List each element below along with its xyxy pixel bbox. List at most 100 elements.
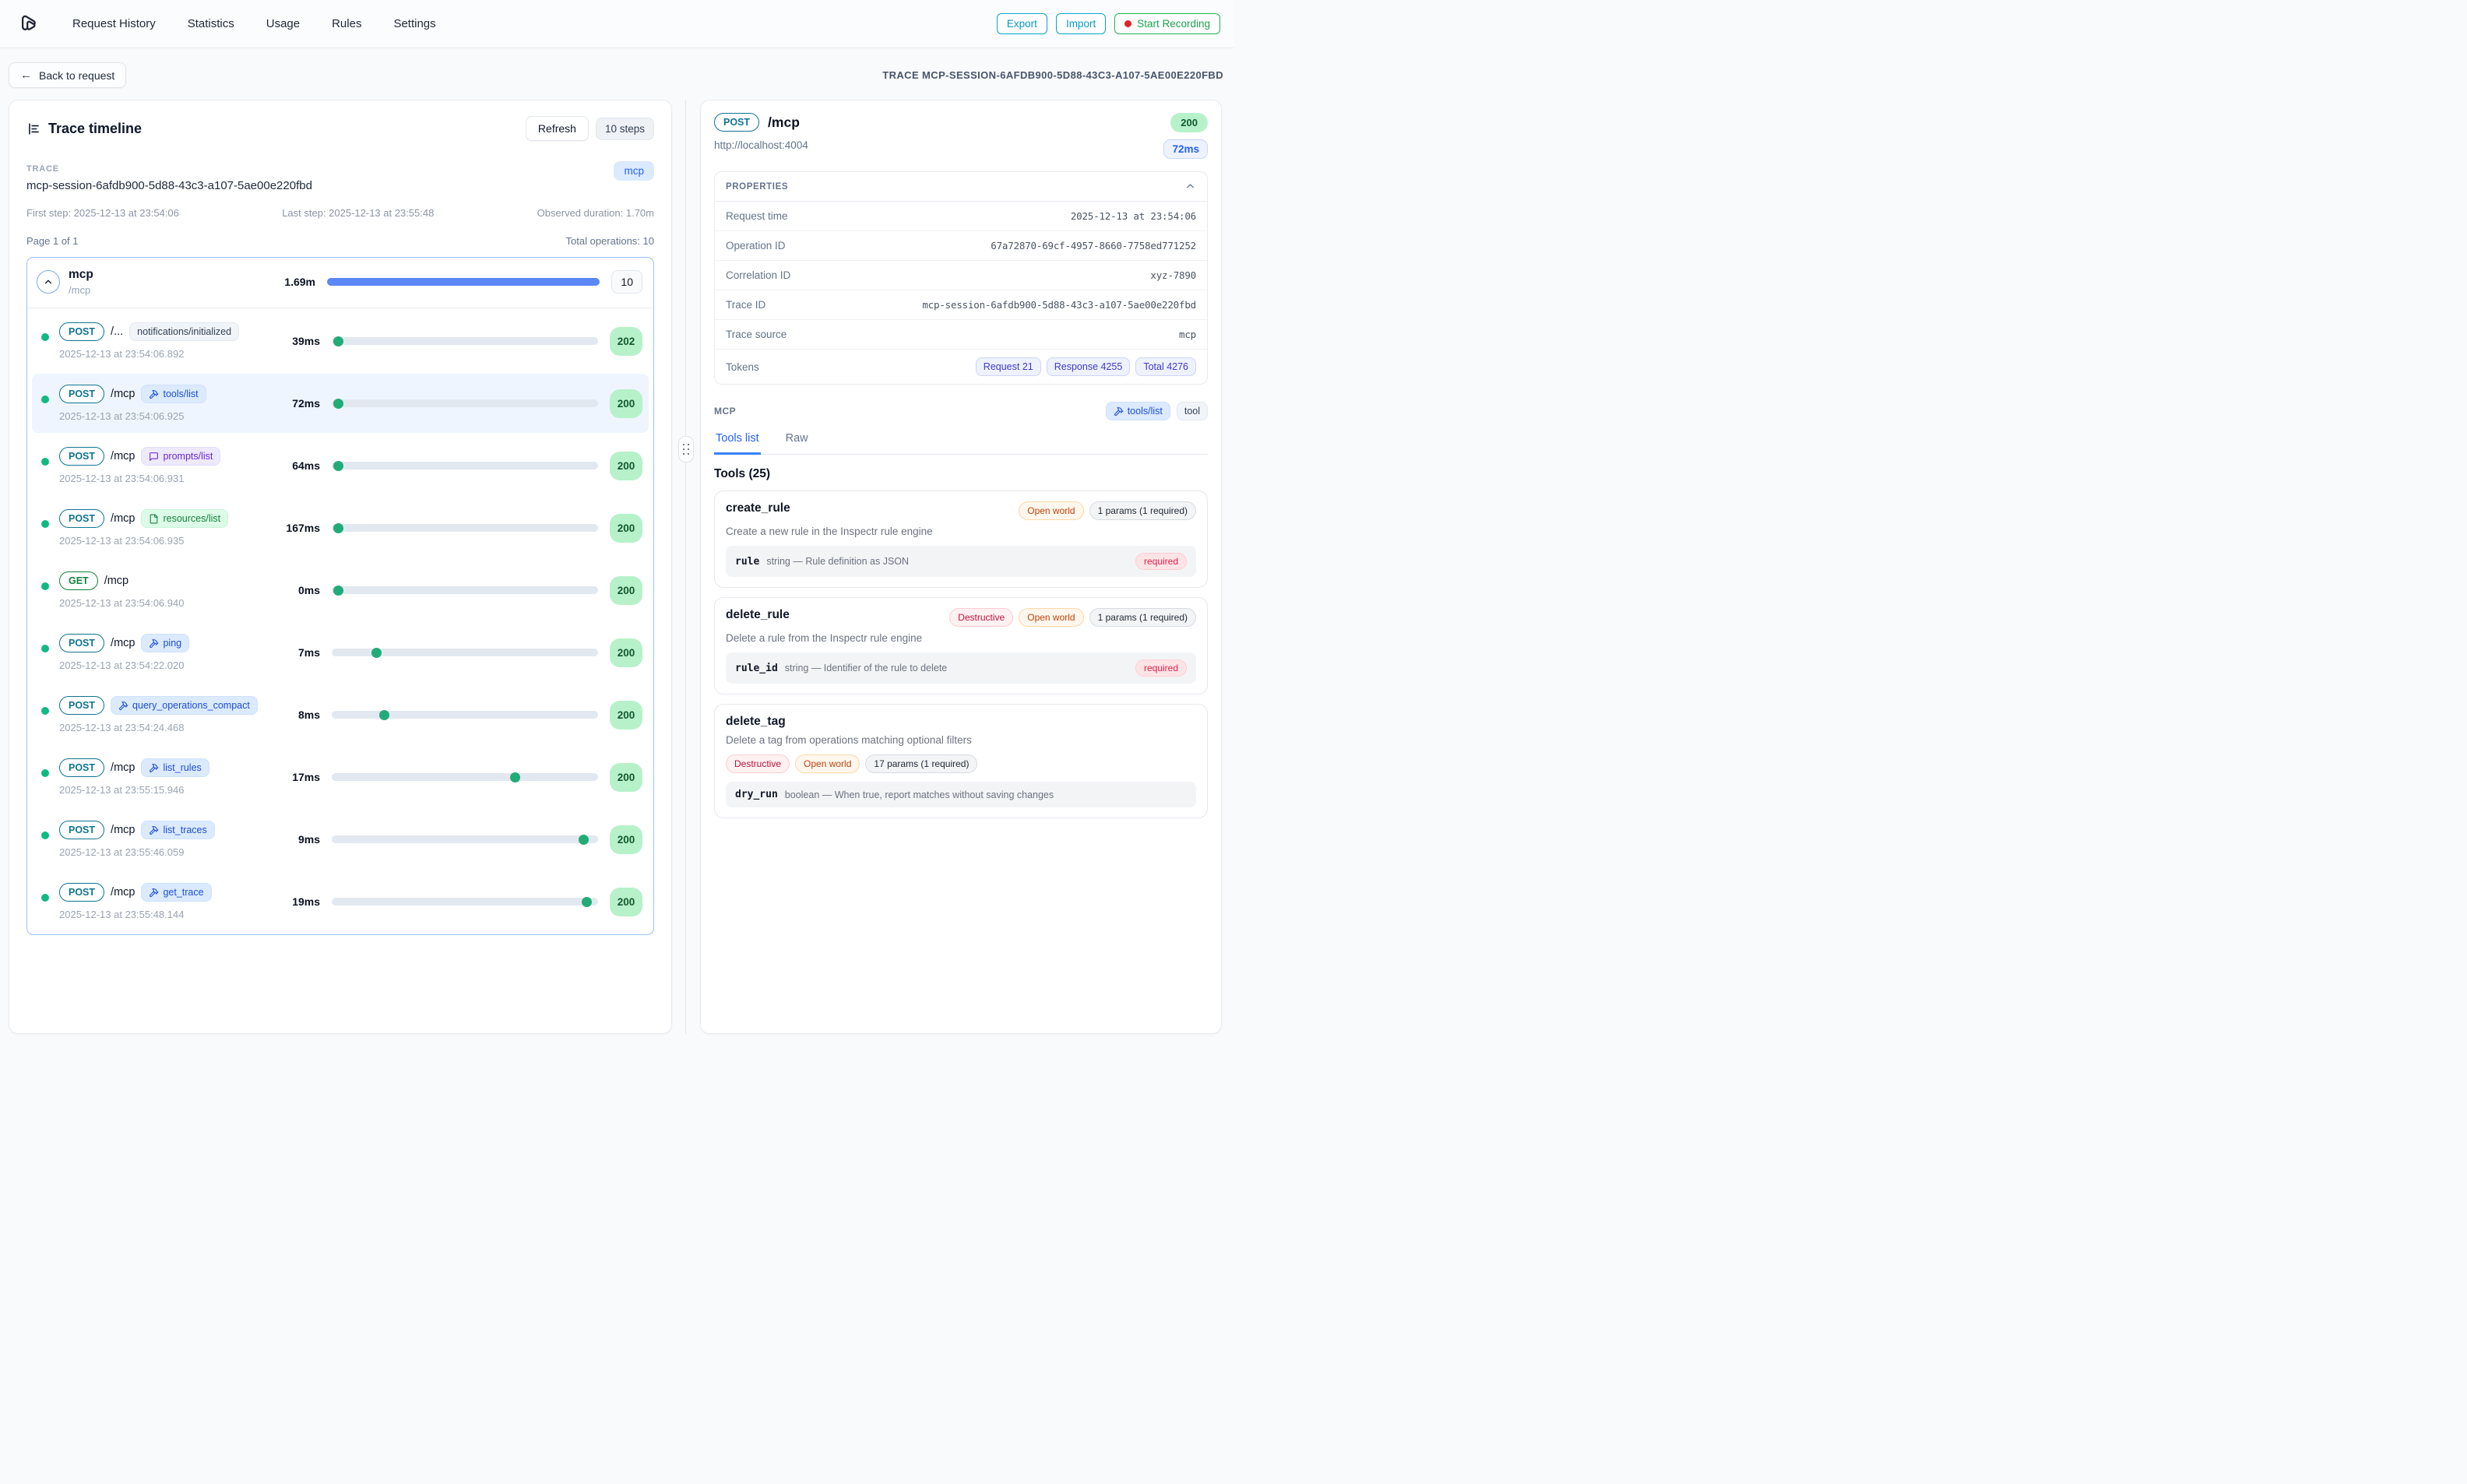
- request-path: /mcp: [111, 886, 135, 898]
- panel-divider-line: [685, 100, 686, 1034]
- operation-tag-label: ping: [163, 638, 181, 649]
- timestamp: 2025-12-13 at 23:54:06.925: [59, 410, 206, 422]
- mcp-badge-label: tool: [1184, 406, 1200, 417]
- method-badge: GET: [59, 571, 98, 590]
- timeline-row[interactable]: POST/mcpprompts/list2025-12-13 at 23:54:…: [32, 436, 649, 495]
- main-nav: Request History Statistics Usage Rules Setti…: [72, 17, 436, 30]
- timeline-box: mcp /mcp 1.69m 10 POST/...notifications/…: [26, 257, 654, 935]
- request-path: /...: [111, 325, 123, 338]
- detail-host: http://localhost:4004: [714, 139, 808, 151]
- start-recording-button[interactable]: Start Recording: [1114, 13, 1220, 34]
- status-dot-icon: [41, 894, 49, 902]
- detail-tabs: Tools list Raw: [714, 432, 1208, 455]
- panel-resize-handle[interactable]: [672, 100, 700, 1034]
- param-description: string — Identifier of the rule to delet…: [785, 663, 947, 673]
- trace-source-chip: mcp: [614, 161, 654, 181]
- tool-card: create_ruleOpen world1 params (1 require…: [714, 491, 1208, 588]
- token-badge: Response 4255: [1047, 357, 1131, 376]
- duration-track: [332, 835, 598, 843]
- timeline-row-labels: POST/mcpget_trace2025-12-13 at 23:55:48.…: [59, 883, 212, 920]
- nav-actions: Export Import Start Recording: [997, 13, 1220, 34]
- timeline-row[interactable]: POSTquery_operations_compact2025-12-13 a…: [32, 685, 649, 744]
- tool-badge-destructive: Destructive: [949, 608, 1013, 627]
- request-path: /mcp: [111, 637, 135, 649]
- page-indicator: Page 1 of 1: [26, 235, 79, 247]
- duration-label: 167ms: [272, 522, 320, 534]
- timeline-row-info: POST/mcpprompts/list2025-12-13 at 23:54:…: [41, 447, 272, 484]
- export-button[interactable]: Export: [997, 13, 1047, 34]
- param-required-badge: required: [1135, 553, 1187, 570]
- timeline-row[interactable]: POST/mcplist_rules2025-12-13 at 23:55:15…: [32, 747, 649, 807]
- duration-label: 8ms: [272, 709, 320, 721]
- collapse-group-button[interactable]: [37, 270, 60, 294]
- duration-label: 72ms: [272, 397, 320, 410]
- timeline-row-labels: GET/mcp2025-12-13 at 23:54:06.940: [59, 571, 184, 609]
- timeline-row[interactable]: POST/mcptools/list2025-12-13 at 23:54:06…: [32, 374, 649, 433]
- timestamp: 2025-12-13 at 23:54:22.020: [59, 659, 189, 671]
- timeline-row[interactable]: GET/mcp2025-12-13 at 23:54:06.9400ms200: [32, 561, 649, 620]
- duration-track: [332, 337, 598, 345]
- refresh-button[interactable]: Refresh: [526, 116, 589, 141]
- duration-label: 19ms: [272, 895, 320, 908]
- operation-tag-label: list_traces: [163, 825, 206, 835]
- tab-raw[interactable]: Raw: [784, 432, 810, 454]
- timeline-row[interactable]: POST/mcplist_traces2025-12-13 at 23:55:4…: [32, 810, 649, 869]
- tool-description: Delete a rule from the Inspectr rule eng…: [726, 632, 1196, 644]
- duration-label: 39ms: [272, 335, 320, 347]
- tool-hammer-icon: [149, 389, 159, 399]
- trace-meta-row: First step: 2025-12-13 at 23:54:06 Last …: [26, 207, 654, 219]
- status-dot-icon: [41, 769, 49, 777]
- properties-section: PROPERTIES Request time2025-12-13 at 23:…: [714, 171, 1208, 385]
- token-badges: Request 21Response 4255Total 4276: [976, 357, 1196, 376]
- timeline-row[interactable]: POST/mcpping2025-12-13 at 23:54:22.0207m…: [32, 623, 649, 682]
- timeline-row[interactable]: POST/mcpget_trace2025-12-13 at 23:55:48.…: [32, 872, 649, 931]
- nav-item-request-history[interactable]: Request History: [72, 17, 156, 30]
- param-name: rule_id: [735, 663, 778, 674]
- request-path: /mcp: [111, 824, 135, 836]
- status-dot-icon: [41, 458, 49, 466]
- app-logo-icon[interactable]: [13, 10, 41, 38]
- property-row-tokens: Tokens Request 21Response 4255Total 4276: [715, 350, 1207, 384]
- timestamp: 2025-12-13 at 23:54:06.931: [59, 473, 220, 484]
- tab-tools-list[interactable]: Tools list: [714, 432, 761, 455]
- trace-timeline-panel: Trace timeline Refresh 10 steps TRACE mc…: [9, 100, 672, 1034]
- duration-track: [332, 773, 598, 781]
- group-duration: 1.69m: [267, 276, 315, 288]
- back-to-request-button[interactable]: ← Back to request: [9, 62, 126, 88]
- nav-item-statistics[interactable]: Statistics: [188, 17, 234, 30]
- last-step: Last step: 2025-12-13 at 23:55:48: [282, 207, 434, 219]
- duration-track: [332, 898, 598, 906]
- property-value: 2025-12-13 at 23:54:06: [1071, 210, 1196, 222]
- nav-item-rules[interactable]: Rules: [332, 17, 361, 30]
- property-row: Trace sourcemcp: [715, 320, 1207, 350]
- timeline-row-labels: POST/mcptools/list2025-12-13 at 23:54:06…: [59, 385, 206, 422]
- property-label: Operation ID: [726, 240, 786, 251]
- properties-title: PROPERTIES: [726, 182, 788, 192]
- timeline-row[interactable]: POST/mcpresources/list2025-12-13 at 23:5…: [32, 498, 649, 557]
- token-badge: Total 4276: [1135, 357, 1196, 376]
- drag-grip-icon[interactable]: [678, 436, 694, 462]
- duration-label: 9ms: [272, 833, 320, 846]
- tool-badges: Open world1 params (1 required): [1019, 501, 1196, 520]
- status-code-badge: 200: [610, 825, 642, 854]
- nav-item-settings[interactable]: Settings: [393, 17, 435, 30]
- property-value: mcp-session-6afdb900-5d88-43c3-a107-5ae0…: [922, 299, 1196, 311]
- tool-param-row: rulestring — Rule definition as JSONrequ…: [726, 546, 1196, 577]
- tool-param-row: dry_runboolean — When true, report match…: [726, 782, 1196, 807]
- status-dot-icon: [41, 333, 49, 341]
- detail-latency-badge: 72ms: [1163, 139, 1208, 159]
- property-value: 67a72870-69cf-4957-8660-7758ed771252: [991, 240, 1196, 251]
- observed-duration: Observed duration: 1.70m: [537, 207, 654, 219]
- operation-tag-badge: list_traces: [141, 821, 214, 839]
- duration-marker-icon: [379, 710, 389, 720]
- timeline-row[interactable]: POST/...notifications/initialized2025-12…: [32, 311, 649, 371]
- tool-card: delete_tagDelete a tag from operations m…: [714, 704, 1208, 818]
- back-to-request-label: Back to request: [39, 69, 114, 82]
- tool-hammer-icon: [149, 638, 159, 649]
- trace-id: mcp-session-6afdb900-5d88-43c3-a107-5ae0…: [26, 179, 654, 192]
- nav-item-usage[interactable]: Usage: [266, 17, 300, 30]
- property-label: Tokens: [726, 361, 759, 373]
- collapse-properties-button[interactable]: [1184, 181, 1196, 192]
- import-button[interactable]: Import: [1056, 13, 1106, 34]
- operation-tag-label: prompts/list: [163, 451, 213, 462]
